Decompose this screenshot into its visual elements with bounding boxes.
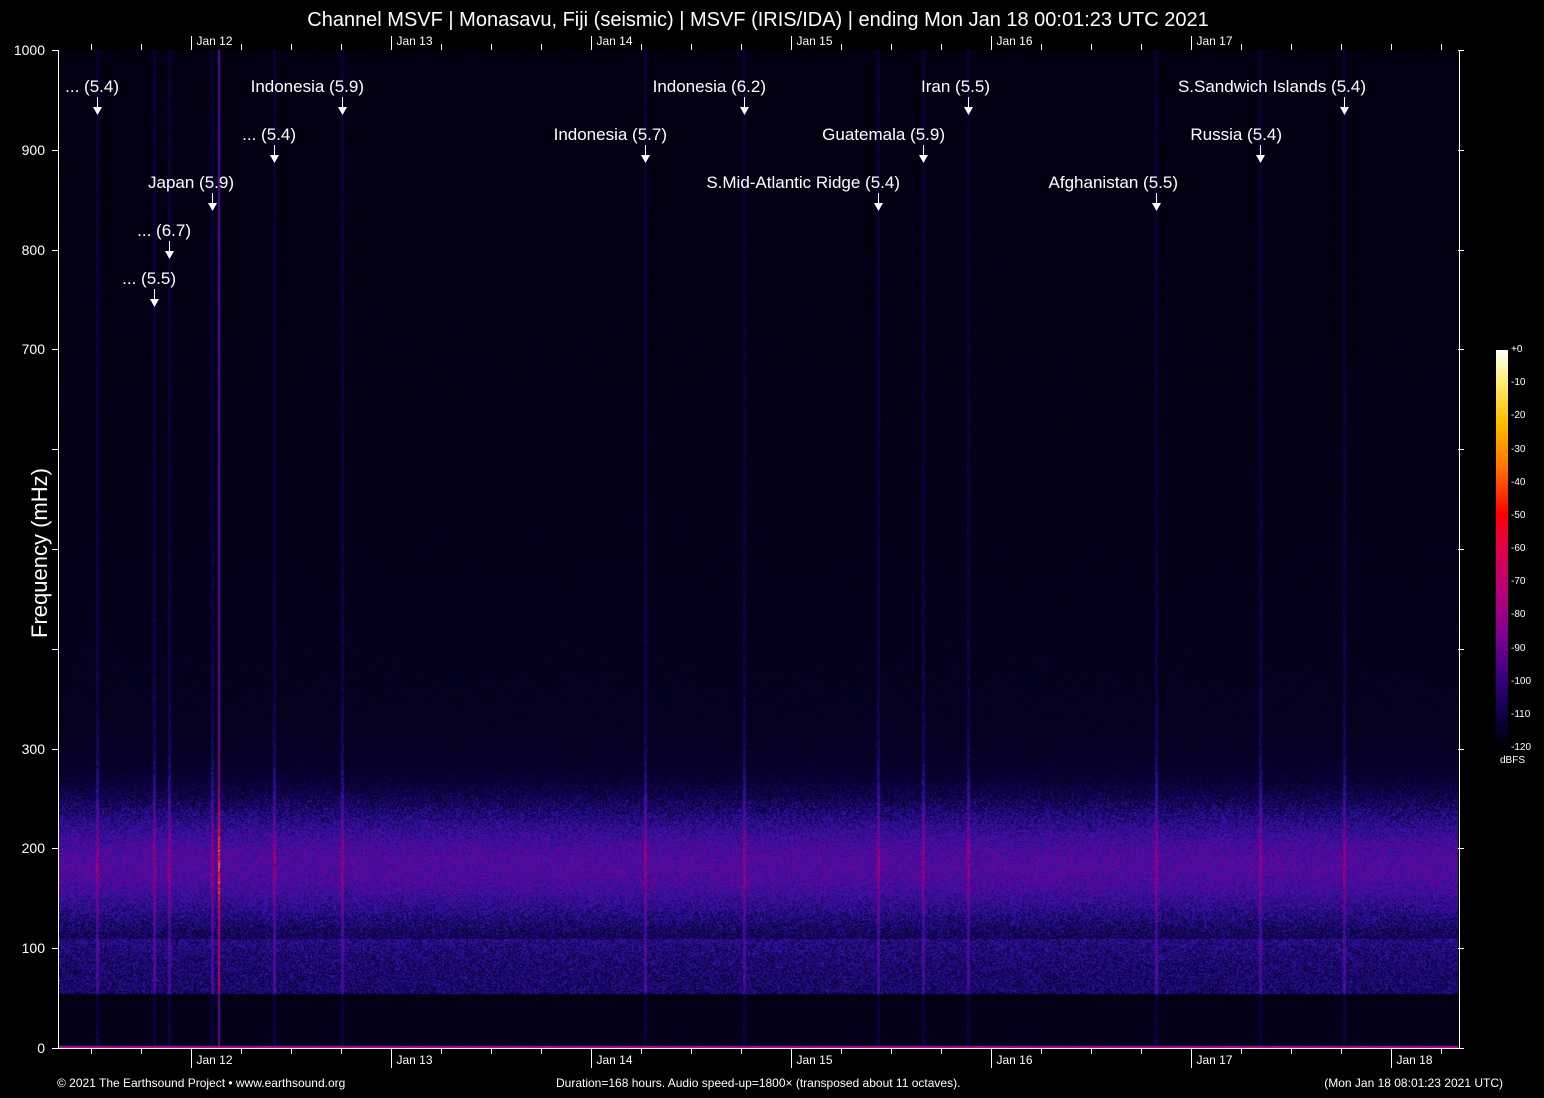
event-label: S.Sandwich Islands (5.4) [1178,77,1366,97]
footer-timestamp: (Mon Jan 18 08:01:23 2021 UTC) [1324,1076,1503,1090]
event-label: Indonesia (5.7) [554,125,667,145]
event-arrow-icon [641,155,650,163]
event-arrow-icon [740,107,749,115]
x-top-tick-label: Jan 13 [397,34,433,48]
event-arrow-icon [1152,203,1161,211]
x-top-tick-label: Jan 16 [997,34,1033,48]
axes-overlay [0,0,1544,1098]
footer-copyright: © 2021 The Earthsound Project • www.eart… [57,1076,345,1090]
event-label: ... (6.7) [137,221,191,241]
event-label: S.Mid-Atlantic Ridge (5.4) [706,173,900,193]
event-label: Guatemala (5.9) [822,125,945,145]
event-label: Indonesia (6.2) [653,77,766,97]
colorbar-tick: -10 [1511,377,1525,388]
x-tick-label: Jan 15 [797,1053,833,1067]
y-tick-label: 1000 [0,42,45,58]
event-arrow-icon [270,155,279,163]
colorbar-tick: -60 [1511,543,1525,554]
event-label: ... (5.4) [65,77,119,97]
y-tick-label: 100 [0,940,45,956]
event-arrow-icon [165,251,174,259]
event-label: Russia (5.4) [1190,125,1282,145]
colorbar-label: dBFS [1500,755,1525,766]
y-tick-label: 0 [0,1040,45,1056]
footer-duration: Duration=168 hours. Audio speed-up=1800×… [556,1076,960,1090]
y-axis-title: Frequency (mHz) [27,453,53,653]
event-label: Afghanistan (5.5) [1049,173,1178,193]
x-top-tick-label: Jan 14 [597,34,633,48]
event-arrow-icon [874,203,883,211]
event-label: ... (5.4) [242,125,296,145]
x-tick-label: Jan 18 [1397,1053,1433,1067]
event-label: ... (5.5) [122,269,176,289]
y-tick-label: 800 [0,242,45,258]
colorbar-tick: -30 [1511,444,1525,455]
event-arrow-icon [150,299,159,307]
colorbar-tick: -120 [1511,742,1531,753]
colorbar-tick: -40 [1511,477,1525,488]
x-tick-label: Jan 13 [397,1053,433,1067]
event-arrow-icon [338,107,347,115]
event-arrow-icon [964,107,973,115]
x-tick-label: Jan 14 [597,1053,633,1067]
x-tick-label: Jan 12 [197,1053,233,1067]
event-label: Japan (5.9) [148,173,234,193]
event-arrow-icon [1340,107,1349,115]
colorbar-tick: -70 [1511,576,1525,587]
event-arrow-icon [93,107,102,115]
colorbar-tick: -100 [1511,676,1531,687]
colorbar [1496,350,1508,748]
x-top-tick-label: Jan 17 [1197,34,1233,48]
event-arrow-icon [208,203,217,211]
colorbar-tick: -50 [1511,510,1525,521]
colorbar-tick: +0 [1511,344,1522,355]
colorbar-tick: -90 [1511,643,1525,654]
event-arrow-icon [919,155,928,163]
x-tick-label: Jan 17 [1197,1053,1233,1067]
x-top-tick-label: Jan 12 [197,34,233,48]
x-top-tick-label: Jan 15 [797,34,833,48]
y-tick-label: 200 [0,840,45,856]
y-tick-label: 300 [0,741,45,757]
colorbar-tick: -20 [1511,410,1525,421]
event-label: Iran (5.5) [921,77,990,97]
colorbar-tick: -80 [1511,609,1525,620]
y-tick-label: 900 [0,142,45,158]
x-tick-label: Jan 16 [997,1053,1033,1067]
colorbar-tick: -110 [1511,709,1530,720]
y-tick-label: 700 [0,341,45,357]
event-arrow-icon [1256,155,1265,163]
event-label: Indonesia (5.9) [251,77,364,97]
